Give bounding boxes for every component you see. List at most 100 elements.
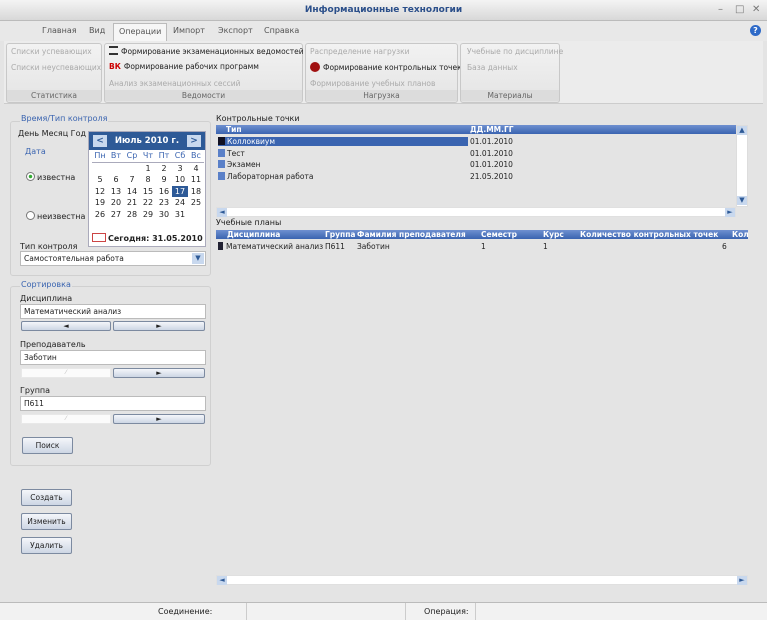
edit-button[interactable]: Изменить (21, 513, 72, 530)
ribbon-item-checkpoints[interactable]: Формирование контрольных точек (310, 62, 462, 72)
scroll-left-icon[interactable]: ◄ (217, 576, 227, 585)
create-button[interactable]: Создать (21, 489, 72, 506)
teacher-field[interactable]: Заботин (20, 350, 206, 365)
calendar-day[interactable]: 10 (172, 174, 188, 186)
calendar-day[interactable]: 30 (156, 209, 172, 221)
calendar-day[interactable]: 7 (124, 174, 140, 186)
scroll-right-icon[interactable]: ► (725, 208, 735, 217)
delete-button[interactable]: Удалить (21, 537, 72, 554)
scroll-right-icon[interactable]: ► (737, 576, 747, 585)
group-label: Материалы (461, 90, 559, 101)
calendar-day[interactable]: 4 (188, 163, 204, 175)
calendar-day[interactable]: 16 (156, 186, 172, 198)
calendar-day[interactable]: 29 (140, 209, 156, 221)
tab-home[interactable]: Главная (42, 26, 77, 35)
column-discipline[interactable]: Дисциплина (227, 230, 280, 239)
discipline-prev-button[interactable]: ◄ (21, 321, 111, 331)
ribbon-item-exam-statements[interactable]: Формирование экзаменационных ведомостей (109, 46, 304, 56)
calendar-prev-button[interactable]: < (93, 135, 107, 147)
calendar-month: Июль 2010 г. (114, 136, 180, 146)
calendar-day[interactable]: 20 (108, 197, 124, 209)
control-type-select[interactable]: Самостоятельная работа ▼ (20, 251, 206, 266)
calendar-day[interactable]: 22 (140, 197, 156, 209)
column-extra[interactable]: Кол (732, 230, 748, 239)
date-label: Дата (25, 147, 46, 156)
calendar-day[interactable]: 2 (156, 163, 172, 175)
tab-operations[interactable]: Операции (113, 23, 168, 42)
column-date[interactable]: ДД.ММ.ГГ (470, 125, 514, 134)
close-button[interactable]: ✕ (752, 4, 760, 15)
scroll-down-icon[interactable]: ▼ (737, 196, 747, 205)
ribbon-item-study-plans[interactable]: Формирование учебных планов (310, 79, 435, 88)
column-course[interactable]: Курс (543, 230, 564, 239)
discipline-next-button[interactable]: ► (113, 321, 205, 331)
ribbon-item-load-distribution[interactable]: Распределение нагрузки (310, 47, 410, 56)
calendar-today[interactable]: Сегодня: 31.05.2010 (92, 233, 203, 243)
calendar-day[interactable]: 3 (172, 163, 188, 175)
ribbon-item-discipline-materials[interactable]: Учебные по дисциплине (467, 47, 563, 56)
calendar-day[interactable]: 23 (156, 197, 172, 209)
table-row[interactable]: Коллоквиум 01.01.2010 (216, 137, 736, 149)
teacher-next-button[interactable]: ► (113, 368, 205, 378)
table-row[interactable]: Математический анализ П611 Заботин 1 1 6 (216, 242, 748, 253)
radio-known[interactable]: известна (26, 172, 75, 182)
column-semester[interactable]: Семестр (481, 230, 517, 239)
scroll-left-icon[interactable]: ◄ (217, 208, 227, 217)
table-row[interactable]: Лабораторная работа 21.05.2010 (216, 172, 736, 184)
calendar-day (92, 163, 108, 175)
calendar-day[interactable]: 9 (156, 174, 172, 186)
calendar: < Июль 2010 г. > Пн Вт Ср Чт Пт Сб Вс 1 2 3 4 5 6 7 8 9… (88, 131, 206, 247)
help-icon[interactable]: ? (750, 25, 761, 36)
ribbon-item-database[interactable]: База данных (467, 63, 518, 72)
checkpoints-vscroll[interactable]: ▲ ▼ (736, 125, 748, 207)
calendar-next-button[interactable]: > (187, 135, 201, 147)
column-checkpoint-count[interactable]: Количество контрольных точек (580, 230, 718, 239)
ribbon-item-successful[interactable]: Списки успевающих (11, 47, 92, 56)
radio-unknown[interactable]: неизвестна (26, 211, 85, 221)
group-field[interactable]: П611 (20, 396, 206, 411)
ribbon-item-unsuccessful[interactable]: Списки неуспевающих (11, 63, 101, 72)
calendar-day[interactable]: 12 (92, 186, 108, 198)
discipline-field[interactable]: Математический анализ (20, 304, 206, 319)
calendar-day[interactable]: 26 (92, 209, 108, 221)
calendar-day[interactable]: 6 (108, 174, 124, 186)
group-load: Распределение нагрузки Формирование конт… (305, 43, 462, 103)
table-row[interactable]: Экзамен 01.01.2010 (216, 160, 736, 172)
ribbon-item-work-programs[interactable]: ВК Формирование рабочих программ (109, 62, 259, 71)
column-teacher[interactable]: Фамилия преподавателя (357, 230, 466, 239)
sort-group-title: Сортировка (20, 280, 72, 289)
table-row[interactable]: Тест 01.01.2010 (216, 148, 736, 161)
chevron-down-icon[interactable]: ▼ (192, 253, 204, 264)
tab-export[interactable]: Экспорт (218, 26, 253, 35)
minimize-button[interactable]: – (718, 4, 723, 15)
calendar-day[interactable]: 28 (124, 209, 140, 221)
calendar-day[interactable]: 1 (140, 163, 156, 175)
calendar-day[interactable]: 31 (172, 209, 188, 221)
checkpoints-hscroll[interactable]: ◄ ► (216, 207, 736, 217)
calendar-day[interactable]: 18 (188, 186, 204, 198)
column-group[interactable]: Группа (325, 230, 355, 239)
search-button[interactable]: Поиск (22, 437, 73, 454)
calendar-day[interactable]: 11 (188, 174, 204, 186)
group-next-button[interactable]: ► (113, 414, 205, 424)
scroll-up-icon[interactable]: ▲ (737, 126, 747, 135)
calendar-day[interactable]: 21 (124, 197, 140, 209)
ribbon-item-session-analysis[interactable]: Анализ экзаменационных сессий (109, 79, 241, 88)
calendar-day[interactable]: 5 (92, 174, 108, 186)
calendar-day[interactable]: 17 (172, 185, 188, 197)
tab-view[interactable]: Вид (89, 26, 105, 35)
calendar-day[interactable]: 24 (172, 197, 188, 209)
maximize-button[interactable]: □ (735, 4, 744, 15)
tab-import[interactable]: Импорт (173, 26, 205, 35)
column-type[interactable]: Тип (226, 125, 242, 134)
calendar-day[interactable]: 19 (92, 197, 108, 209)
calendar-day[interactable]: 14 (124, 186, 140, 198)
calendar-day[interactable]: 25 (188, 197, 204, 209)
calendar-day[interactable]: 8 (140, 174, 156, 186)
cell-date: 01.01.2010 (470, 160, 513, 170)
plans-hscroll[interactable]: ◄ ► (216, 575, 748, 585)
calendar-day[interactable]: 27 (108, 209, 124, 221)
calendar-day[interactable]: 15 (140, 186, 156, 198)
calendar-day[interactable]: 13 (108, 186, 124, 198)
tab-help[interactable]: Справка (264, 26, 299, 35)
